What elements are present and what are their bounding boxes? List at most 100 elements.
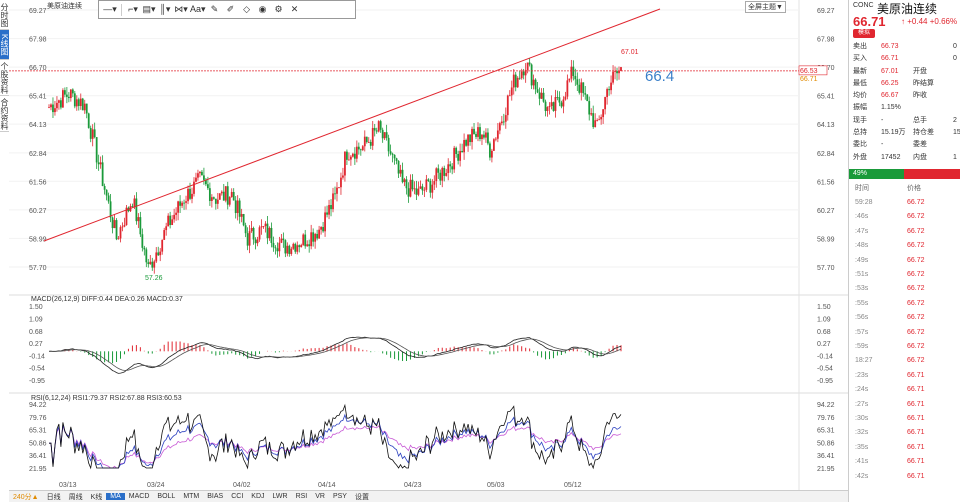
indicator-tab-4[interactable]: MACD [125,493,154,500]
price-tick-left: 60.27 [29,208,47,215]
candle-body [435,168,438,182]
macd-tick-left: 1.50 [29,304,43,311]
candle-body [175,212,178,215]
close-icon[interactable]: ✕ [288,3,302,17]
candle-body [159,251,162,256]
indicator-tab-13[interactable]: PSY [329,493,351,500]
pattern-tool-icon[interactable]: ⋈▾ [174,3,188,17]
candle-body [586,94,589,102]
candle-body [415,188,418,195]
candle-body [161,239,164,252]
candle-body [284,240,287,254]
candle-body [304,234,307,247]
rsi-tick-left: 94.22 [29,402,47,409]
price-tick-left: 61.56 [29,179,47,186]
indicator-tab-10[interactable]: LWR [269,493,292,500]
period-selector[interactable]: 240分▲ [9,492,43,502]
eye-icon[interactable]: ◉ [256,3,270,17]
candle-body [141,234,144,248]
candle-body [290,248,293,254]
indicator-tab-12[interactable]: VR [311,493,329,500]
pen-icon[interactable]: ✎ [208,3,222,17]
indicator-tab-6[interactable]: MTM [179,493,203,500]
indicator-tab-0[interactable]: 日线 [43,492,65,502]
left-tab-1[interactable]: K线图 [0,30,9,60]
price-tick-left: 65.41 [29,94,47,101]
tick-price-header: 价格 [907,185,921,192]
quote-row-value: 66.25 [881,80,899,87]
tick-time: :42s [855,472,869,480]
quote-row-value: - [881,117,884,124]
tick-price: 66.72 [907,343,925,350]
settings-icon[interactable]: ⚙ [272,3,286,17]
indicator-tab-2[interactable]: K线 [87,492,107,502]
candle-body [477,127,479,137]
candle-body [95,137,98,163]
price-tick-left: 57.70 [29,265,47,272]
simulate-badge[interactable]: 模拟 [853,29,875,38]
brush-icon[interactable]: ✐ [224,3,238,17]
fib-tool-icon[interactable]: ║▾ [158,3,172,17]
indicator-tab-14[interactable]: 设置 [351,492,373,502]
left-tab-0[interactable]: 分时图 [0,0,9,30]
quote-row-label: 最低 [853,80,867,87]
quote-row-label: 卖出 [853,43,867,50]
tick-row: :56s 66.72 [849,311,960,325]
candle-body [572,66,575,77]
candle-body [103,186,106,190]
candle-body [518,77,521,79]
rsi-tick-left: 21.95 [29,466,47,473]
quote-row: 总持 15.19万持仓差 15 [849,127,960,138]
candle-body [234,200,237,214]
indicator-tab-11[interactable]: RSI [292,493,312,500]
candle-body [123,225,126,227]
candle-body [558,97,561,103]
kline-chart-svg[interactable]: 69.2769.2767.9867.9866.7066.7065.4165.41… [9,0,848,490]
candle-body [212,197,215,199]
candle-body [330,205,332,210]
candle-body [187,188,189,202]
quote-row-label: 最新 [853,68,867,75]
date-tick: 04/14 [318,482,336,489]
candle-body [157,252,160,256]
trading-app: 分时图 K线图 个股资料 合约资料 69.27 69.27 67.98 67.98 66.70… [0,0,960,502]
candle-body [494,138,497,140]
ray-tool-icon[interactable]: ⌐▾ [126,3,140,17]
candle-body [195,177,197,182]
indicator-tab-5[interactable]: BOLL [153,493,179,500]
candle-body [60,100,62,108]
tick-price: 66.71 [907,458,925,466]
indicator-tab-1[interactable]: 周线 [65,492,87,502]
candle-body [582,82,585,94]
tick-time: :32s [855,429,869,437]
left-tab-3[interactable]: 合约资料 [0,96,9,132]
date-tick: 03/24 [147,482,165,489]
candle-body [401,169,404,183]
candle-body [538,92,541,99]
candle-body [498,123,501,131]
fullscreen-theme-button[interactable]: 全屏主题▼ [745,1,786,13]
tick-time: :27s [855,400,869,408]
kline-chart-area[interactable]: 69.2769.2767.9867.9866.7066.7065.4165.41… [9,0,848,490]
candle-body [230,191,233,198]
candle-body [248,231,251,246]
indicator-tab-7[interactable]: BIAS [203,493,227,500]
candle-body [81,98,84,111]
indicator-tab-8[interactable]: CCI [227,493,247,500]
text-tool-icon[interactable]: Aa▾ [190,3,206,17]
channel-tool-icon[interactable]: ▤▾ [142,3,156,17]
eraser-icon[interactable]: ◇ [240,3,254,17]
indicator-tab-9[interactable]: KDJ [247,493,268,500]
rsi-tick-left: 36.41 [29,453,47,460]
tick-row: 59:28 66.72 [849,196,960,210]
candle-body [425,179,428,190]
rsi-label: RSI(6,12,24) RSI1:79.37 RSI2:67.88 RSI3:… [31,395,182,402]
macd-tick-left: -0.54 [29,366,45,373]
candle-body [421,186,424,191]
candle-body [173,214,176,220]
line-tool-icon[interactable]: —▾ [103,3,117,17]
tick-row: :49s 66.72 [849,254,960,268]
candle-body [145,249,148,263]
left-tab-2[interactable]: 个股资料 [0,60,9,96]
indicator-tab-3[interactable]: MA [106,493,125,500]
